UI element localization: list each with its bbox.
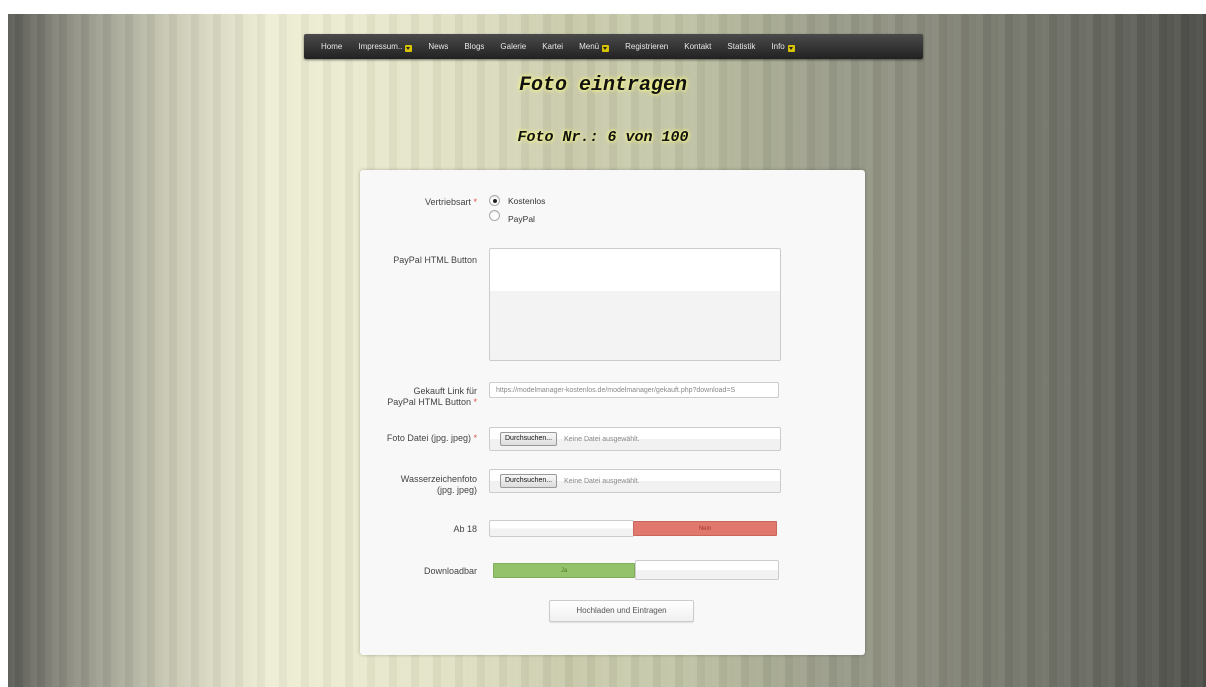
nav-label: Kontakt bbox=[684, 42, 712, 51]
required-marker: * bbox=[473, 197, 477, 207]
file-status: Keine Datei ausgewählt. bbox=[564, 435, 640, 443]
nav-label: News bbox=[428, 42, 449, 51]
toggle-knob[interactable] bbox=[489, 520, 634, 537]
dropdown-arrow-icon bbox=[602, 45, 610, 52]
wasserzeichen-label-line2: (jpg. jpeg) bbox=[436, 485, 477, 495]
required-marker: * bbox=[473, 397, 477, 407]
toggle-state-on: Ja bbox=[493, 563, 635, 578]
nav-label: Info bbox=[771, 42, 785, 51]
nav-item-impressum[interactable]: Impressum.. bbox=[358, 42, 413, 52]
paypal-html-textarea[interactable] bbox=[489, 248, 781, 361]
nav-item-home[interactable]: Home bbox=[321, 42, 342, 51]
nav-item-blogs[interactable]: Blogs bbox=[464, 42, 484, 51]
nav-label: Home bbox=[321, 42, 343, 51]
gekauft-link-label: Gekauft Link für PayPal HTML Button * bbox=[387, 386, 477, 408]
main-navigation: Home Impressum.. News Blogs Galerie Kart… bbox=[304, 34, 923, 59]
gekauft-link-label-line2: PayPal HTML Button bbox=[387, 397, 471, 407]
nav-item-galerie[interactable]: Galerie bbox=[500, 42, 526, 51]
nav-label: Galerie bbox=[500, 42, 527, 51]
nav-label: Registrieren bbox=[625, 42, 669, 51]
wasserzeichen-label-line1: Wasserzeichenfoto bbox=[400, 474, 477, 484]
nav-item-menu[interactable]: Menü bbox=[579, 42, 610, 52]
nav-item-kartei[interactable]: Kartei bbox=[542, 42, 563, 51]
dropdown-arrow-icon bbox=[787, 45, 795, 52]
gekauft-link-input[interactable]: https://modelmanager-kostenlos.de/modelm… bbox=[489, 382, 779, 398]
required-marker: * bbox=[473, 433, 477, 443]
nav-label: Statistik bbox=[727, 42, 756, 51]
toggle-state-off: Nein bbox=[633, 521, 777, 536]
dropdown-arrow-icon bbox=[405, 45, 413, 52]
photo-counter: Foto Nr.: 6 von 100 bbox=[517, 129, 689, 146]
nav-label: Kartei bbox=[542, 42, 564, 51]
radio-kostenlos[interactable]: Kostenlos bbox=[489, 195, 545, 206]
downloadbar-toggle[interactable]: Ja bbox=[489, 560, 779, 580]
nav-item-registrieren[interactable]: Registrieren bbox=[625, 42, 668, 51]
radio-button[interactable] bbox=[489, 210, 500, 221]
nav-label: Blogs bbox=[464, 42, 485, 51]
browse-button[interactable]: Durchsuchen... bbox=[500, 432, 558, 446]
nav-label: Menü bbox=[579, 42, 600, 51]
downloadbar-label: Downloadbar bbox=[423, 566, 477, 576]
vertriebsart-label: Vertriebsart * bbox=[425, 197, 477, 208]
radio-label: PayPal bbox=[508, 213, 535, 224]
radio-button-checked[interactable] bbox=[489, 195, 500, 206]
file-status: Keine Datei ausgewählt. bbox=[564, 477, 640, 485]
toggle-knob[interactable] bbox=[635, 560, 779, 580]
browse-button[interactable]: Durchsuchen... bbox=[500, 474, 558, 488]
foto-datei-label-text: Foto Datei (jpg. jpeg) bbox=[386, 433, 471, 443]
paypal-button-label: PayPal HTML Button bbox=[393, 255, 477, 265]
ab18-toggle[interactable]: Nein bbox=[489, 520, 779, 537]
ab18-label: Ab 18 bbox=[453, 524, 477, 534]
gekauft-link-label-line1: Gekauft Link für bbox=[413, 386, 477, 396]
nav-item-info[interactable]: Info bbox=[771, 42, 795, 52]
radio-paypal[interactable]: PayPal bbox=[489, 210, 535, 224]
page-title: Foto eintragen bbox=[518, 74, 688, 97]
vertriebsart-label-text: Vertriebsart bbox=[424, 197, 471, 207]
upload-submit-button[interactable]: Hochladen und Eintragen bbox=[549, 600, 694, 622]
nav-item-kontakt[interactable]: Kontakt bbox=[684, 42, 711, 51]
wasserzeichen-file-input[interactable]: Durchsuchen... Keine Datei ausgewählt. bbox=[489, 469, 781, 493]
wasserzeichen-label: Wasserzeichenfoto (jpg. jpeg) bbox=[401, 474, 477, 496]
upload-form: Vertriebsart * Kostenlos PayPal PayPal H… bbox=[360, 170, 865, 655]
nav-label: Impressum.. bbox=[358, 42, 403, 51]
nav-item-statistik[interactable]: Statistik bbox=[727, 42, 755, 51]
radio-label: Kostenlos bbox=[508, 195, 546, 206]
foto-file-input[interactable]: Durchsuchen... Keine Datei ausgewählt. bbox=[489, 427, 781, 451]
nav-item-news[interactable]: News bbox=[428, 42, 448, 51]
foto-datei-label: Foto Datei (jpg. jpeg) * bbox=[387, 433, 477, 444]
